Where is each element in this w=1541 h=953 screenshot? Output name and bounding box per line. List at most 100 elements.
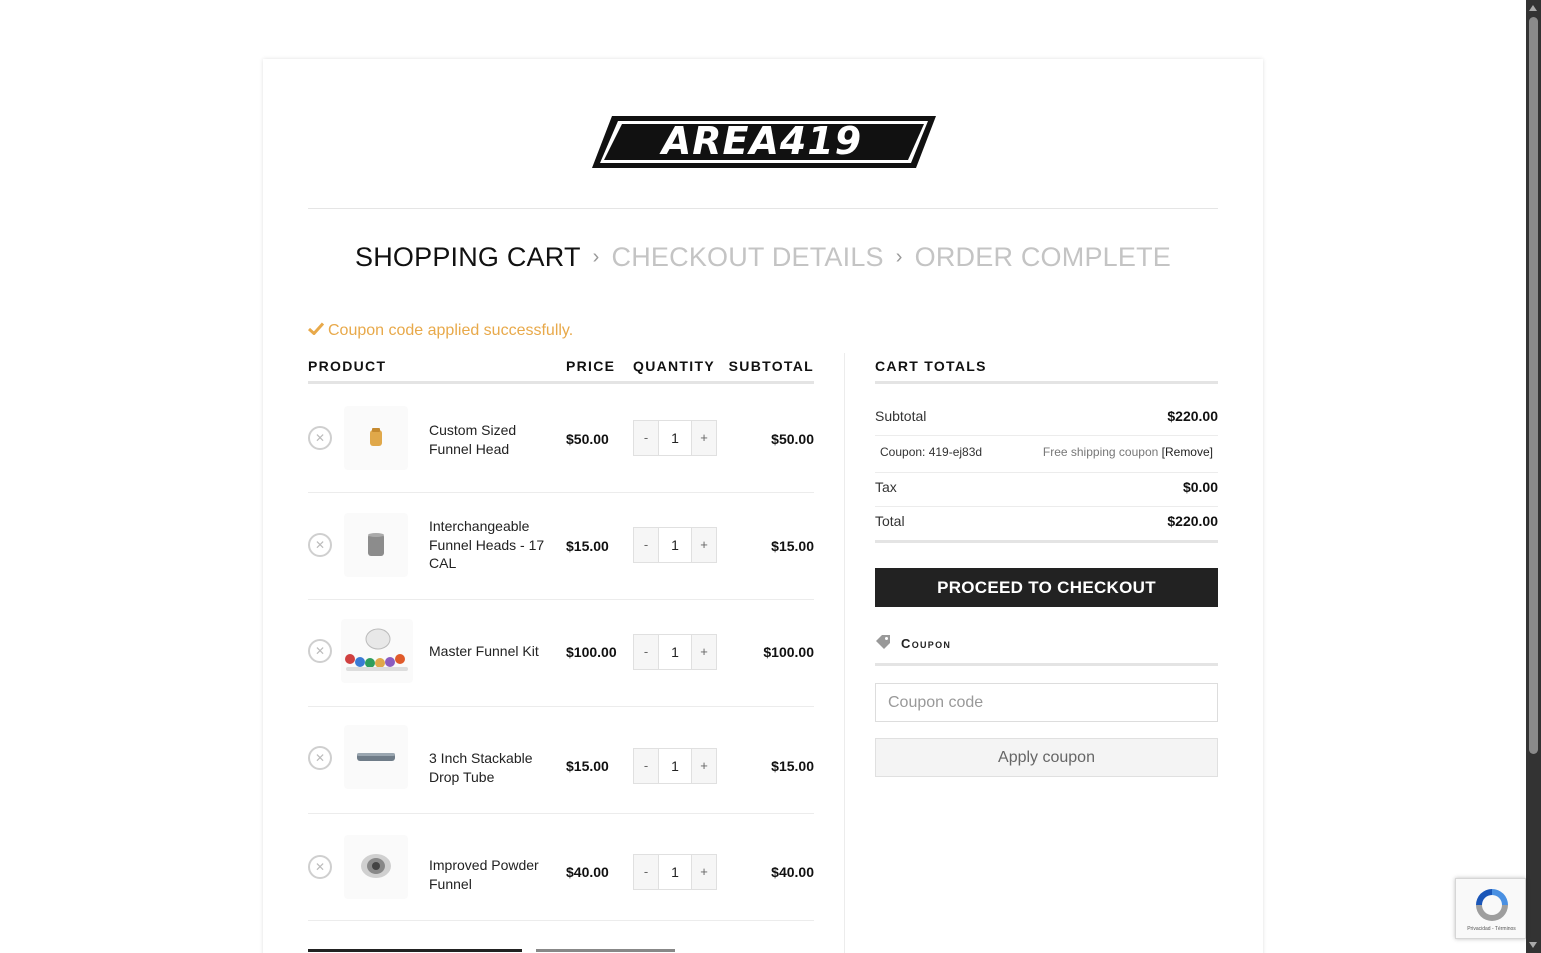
qty-plus-button[interactable]: +	[692, 528, 716, 562]
qty-plus-button[interactable]: +	[692, 421, 716, 455]
product-thumbnail[interactable]	[344, 835, 408, 899]
qty-input[interactable]: 1	[658, 635, 692, 669]
recaptcha-icon	[1476, 889, 1508, 921]
remove-coupon-link[interactable]: [Remove]	[1162, 445, 1213, 459]
step-checkout-details[interactable]: CHECKOUT DETAILS	[612, 242, 884, 273]
qty-minus-button[interactable]: -	[634, 855, 658, 889]
cart-row: ✕ 3 Inch Stackable Drop Tube $15.00 - 1 …	[308, 707, 814, 814]
remove-item-icon[interactable]: ✕	[308, 426, 332, 450]
coupon-section-header: Coupon	[875, 634, 1218, 666]
apply-coupon-button[interactable]: Apply coupon	[875, 738, 1218, 777]
recaptcha-text[interactable]: Privacidad - Términos	[1456, 926, 1527, 932]
coupon-success-notice: Coupon code applied successfully.	[308, 322, 573, 340]
product-price: $100.00	[566, 644, 617, 660]
checkout-steps: SHOPPING CART › CHECKOUT DETAILS › ORDER COM…	[263, 241, 1263, 273]
coupon-applied-row: Coupon: 419-ej83d Free shipping coupon […	[875, 445, 1218, 473]
product-name-link[interactable]: Custom Sized Funnel Head	[429, 421, 555, 458]
quantity-stepper: - 1 +	[633, 527, 717, 563]
column-divider	[844, 353, 845, 953]
cart-totals: CART TOTALS Subtotal $220.00 Coupon: 419…	[875, 358, 1218, 777]
product-price: $15.00	[566, 538, 609, 554]
cart-row: ✕ Interchangeable Funnel Heads - 17 CAL …	[308, 493, 814, 600]
qty-plus-button[interactable]: +	[692, 635, 716, 669]
tax-row: Tax $0.00	[875, 479, 1218, 507]
recaptcha-badge[interactable]: Privacidad - Términos	[1455, 878, 1526, 939]
coupon-description: Free shipping coupon	[1042, 445, 1159, 459]
scroll-up-icon[interactable]	[1529, 5, 1537, 11]
cart-card: AREA419 SHOPPING CART › CHECKOUT DETAILS › O…	[263, 59, 1263, 953]
qty-minus-button[interactable]: -	[634, 421, 658, 455]
qty-minus-button[interactable]: -	[634, 635, 658, 669]
tag-icon	[876, 635, 890, 649]
remove-item-icon[interactable]: ✕	[308, 639, 332, 663]
product-subtotal: $40.00	[771, 864, 814, 880]
qty-plus-button[interactable]: +	[692, 749, 716, 783]
page-scrollbar[interactable]	[1526, 0, 1541, 953]
notice-text: Coupon code applied successfully.	[328, 322, 574, 339]
coupon-value: Free shipping coupon [Remove]	[1043, 445, 1213, 459]
continue-shopping-button[interactable]	[308, 949, 522, 953]
cart-row: ✕ Master Funnel Kit $100.00 - 1 + $100.0…	[308, 600, 814, 707]
qty-minus-button[interactable]: -	[634, 528, 658, 562]
cart-row: ✕ Custom Sized Funnel Head $50.00 - 1 + …	[308, 386, 814, 493]
qty-input[interactable]: 1	[658, 421, 692, 455]
remove-item-icon[interactable]: ✕	[308, 746, 332, 770]
tax-label: Tax	[875, 479, 897, 495]
scroll-down-icon[interactable]	[1529, 942, 1537, 948]
qty-input[interactable]: 1	[658, 855, 692, 889]
product-subtotal: $50.00	[771, 431, 814, 447]
qty-input[interactable]: 1	[658, 749, 692, 783]
quantity-stepper: - 1 +	[633, 634, 717, 670]
quantity-stepper: - 1 +	[633, 854, 717, 890]
product-subtotal: $15.00	[771, 538, 814, 554]
remove-item-icon[interactable]: ✕	[308, 855, 332, 879]
product-name-link[interactable]: Interchangeable Funnel Heads - 17 CAL	[429, 517, 555, 573]
total-value: $220.00	[1167, 513, 1218, 529]
product-name-link[interactable]: Improved Powder Funnel	[429, 856, 555, 893]
subtotal-label: Subtotal	[875, 408, 927, 424]
qty-input[interactable]: 1	[658, 528, 692, 562]
check-icon	[308, 322, 324, 335]
proceed-to-checkout-button[interactable]: PROCEED TO CHECKOUT	[875, 568, 1218, 607]
quantity-stepper: - 1 +	[633, 748, 717, 784]
product-thumbnail[interactable]	[344, 406, 408, 470]
update-cart-button[interactable]	[536, 949, 675, 953]
cart-totals-title: CART TOTALS	[875, 358, 987, 374]
step-separator-icon: ›	[592, 246, 600, 269]
product-thumbnail[interactable]	[344, 725, 408, 789]
remove-item-icon[interactable]: ✕	[308, 533, 332, 557]
total-label: Total	[875, 513, 905, 529]
product-thumbnail[interactable]	[341, 619, 413, 683]
header-quantity: QUANTITY	[633, 358, 715, 374]
product-subtotal: $15.00	[771, 758, 814, 774]
tax-value: $0.00	[1182, 479, 1218, 495]
area419-logo[interactable]: AREA419	[590, 114, 938, 170]
header-product: PRODUCT	[308, 358, 387, 374]
total-row: Total $220.00	[875, 513, 1218, 540]
product-thumbnail[interactable]	[344, 513, 408, 577]
coupon-section-title: Coupon	[901, 636, 952, 651]
total-divider	[875, 540, 1218, 543]
product-price: $40.00	[566, 864, 609, 880]
header-price: PRICE	[566, 358, 616, 374]
coupon-code-label: Coupon: 419-ej83d	[880, 445, 983, 459]
quantity-stepper: - 1 +	[633, 420, 717, 456]
product-price: $50.00	[566, 431, 609, 447]
page-viewport: AREA419 SHOPPING CART › CHECKOUT DETAILS › O…	[0, 0, 1541, 953]
subtotal-row: Subtotal $220.00	[875, 408, 1218, 436]
header-divider	[308, 381, 814, 384]
totals-divider	[875, 381, 1218, 384]
subtotal-value: $220.00	[1167, 408, 1218, 424]
logo-text: AREA419	[659, 119, 862, 163]
coupon-code-input[interactable]: Coupon code	[875, 683, 1218, 722]
step-shopping-cart[interactable]: SHOPPING CART	[355, 242, 581, 273]
scrollbar-thumb[interactable]	[1529, 17, 1538, 754]
product-name-link[interactable]: Master Funnel Kit	[429, 642, 555, 661]
product-price: $15.00	[566, 758, 609, 774]
qty-plus-button[interactable]: +	[692, 855, 716, 889]
product-name-link[interactable]: 3 Inch Stackable Drop Tube	[429, 749, 555, 786]
header-subtotal: SUBTOTAL	[728, 358, 814, 374]
step-order-complete: ORDER COMPLETE	[914, 242, 1171, 273]
product-subtotal: $100.00	[763, 644, 814, 660]
qty-minus-button[interactable]: -	[634, 749, 658, 783]
